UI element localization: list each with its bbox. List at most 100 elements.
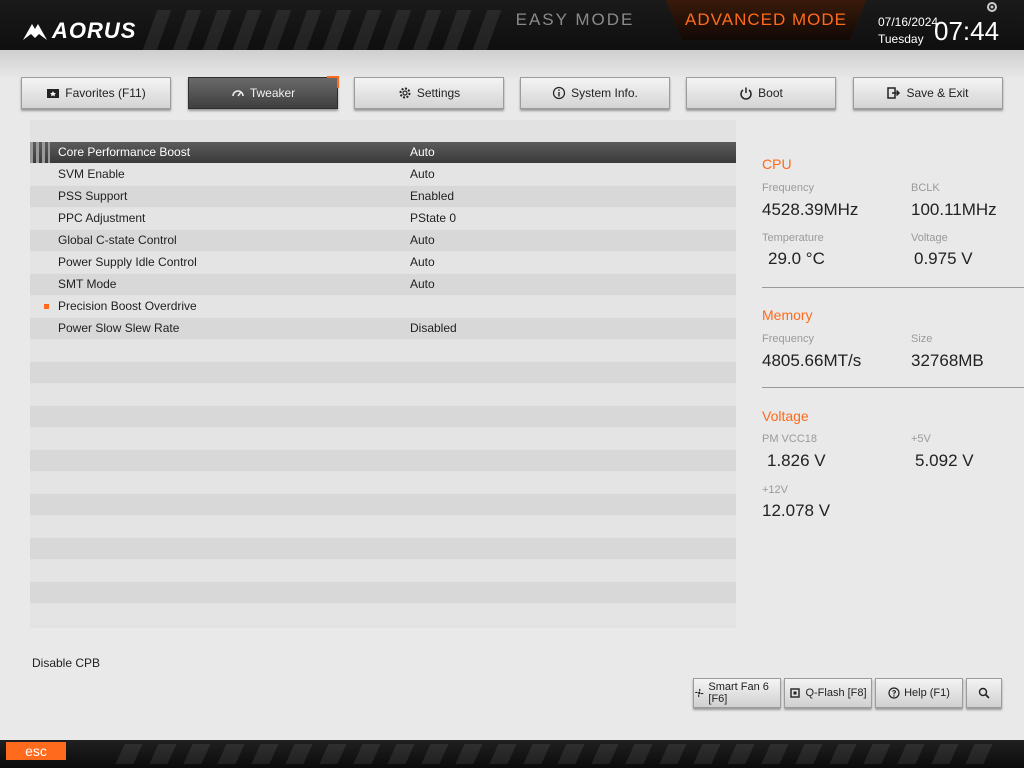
setting-label: SVM Enable [58,167,125,181]
setting-label: Global C-state Control [58,233,177,247]
smart-fan-label: Smart Fan 6 [F6] [708,681,769,705]
clock: 07:44 [934,16,1000,46]
plus5v-label: +5V [911,433,931,445]
memory-frequency-label: Frequency [762,333,814,345]
divider [762,387,1024,388]
setting-label: PPC Adjustment [58,211,146,225]
plus12v-value: 12.078 V [762,501,831,520]
cpu-voltage-label: Voltage [911,232,948,244]
tab-system-info[interactable]: System Info. [520,77,670,109]
memory-section-title: Memory [762,307,813,323]
cpu-frequency-value: 4528.39MHz [762,200,859,219]
setting-label: Power Slow Slew Rate [58,321,180,335]
tab-tweaker-label: Tweaker [249,86,296,100]
divider [762,287,1024,288]
logo-text: AORUS [52,18,137,43]
empty-row [30,450,736,471]
tab-save-exit[interactable]: Save & Exit [853,77,1003,109]
empty-row [30,340,736,361]
tab-boot-label: Boot [758,86,783,100]
empty-row [30,472,736,493]
bclk-label: BCLK [911,182,940,194]
setting-row-power-supply-idle-control[interactable]: Power Supply Idle Control Auto [30,252,736,273]
aorus-logo: AORUS [22,16,136,46]
submenu-bullet-icon [44,304,49,309]
memory-frequency-value: 4805.66MT/s [762,351,862,370]
empty-row [30,516,736,537]
setting-row-ppc-adjustment[interactable]: PPC Adjustment PState 0 [30,208,736,229]
setting-label: SMT Mode [58,277,117,291]
power-icon [739,86,753,100]
favorites-icon [46,86,60,100]
setting-row-svm-enable[interactable]: SVM Enable Auto [30,164,736,185]
empty-row [30,494,736,515]
qflash-button[interactable]: Q-Flash [F8] [784,678,872,708]
help-icon [888,687,900,699]
settings-panel: Core Performance Boost Auto SVM Enable A… [30,120,736,628]
memory-size-value: 32768MB [911,351,984,370]
tab-favorites-label: Favorites (F11) [65,86,146,100]
setting-value[interactable]: Disabled [410,318,457,339]
help-label: Help (F1) [904,687,950,699]
cpu-temperature-label: Temperature [762,232,824,244]
empty-row [30,384,736,405]
setting-row-smt-mode[interactable]: SMT Mode Auto [30,274,736,295]
gauge-icon [231,86,245,100]
tab-system-info-label: System Info. [571,86,638,100]
empty-row [30,406,736,427]
tab-favorites[interactable]: Favorites (F11) [21,77,171,109]
cpu-section-title: CPU [762,156,792,172]
bclk-value: 100.11MHz [911,200,997,219]
qflash-label: Q-Flash [F8] [805,687,867,699]
setting-row-pss-support[interactable]: PSS Support Enabled [30,186,736,207]
gear-icon[interactable] [985,0,999,14]
gear-icon [398,86,412,100]
empty-row [30,538,736,559]
setting-label: PSS Support [58,189,128,203]
setting-value[interactable]: Auto [410,252,435,273]
voltage-section-title: Voltage [762,408,809,424]
plus5v-value: 5.092 V [915,451,974,470]
setting-row-precision-boost-overdrive[interactable]: Precision Boost Overdrive [30,296,736,317]
easy-mode-button[interactable]: EASY MODE [500,0,650,40]
tab-tweaker[interactable]: Tweaker [188,76,339,109]
setting-label: Power Supply Idle Control [58,255,197,269]
date-display: 07/16/2024 Tuesday [878,14,938,48]
tab-settings-label: Settings [416,86,461,100]
eagle-logo-icon [23,24,47,40]
help-button[interactable]: Help (F1) [875,678,963,708]
tab-boot[interactable]: Boot [686,77,836,109]
search-button[interactable] [966,678,1002,708]
setting-value[interactable]: PState 0 [410,208,456,229]
empty-row [30,428,736,449]
memory-size-label: Size [911,333,933,345]
bottom-bar [0,740,1024,768]
setting-row-power-slow-slew-rate[interactable]: Power Slow Slew Rate Disabled [30,318,736,339]
setting-value[interactable]: Auto [410,142,435,163]
plus12v-label: +12V [762,484,788,496]
main-tabs: Favorites (F11) Tweaker Settings System … [0,76,1024,111]
empty-row [30,604,736,625]
setting-value[interactable]: Auto [410,164,435,185]
pm-vcc18-label: PM VCC18 [762,433,818,445]
setting-label: Core Performance Boost [58,145,191,159]
advanced-mode-button[interactable]: ADVANCED MODE [666,0,866,40]
smart-fan-button[interactable]: Smart Fan 6 [F6] [693,678,781,708]
empty-row [30,560,736,581]
setting-label: Precision Boost Overdrive [58,299,197,313]
setting-row-global-c-state-control[interactable]: Global C-state Control Auto [30,230,736,251]
cpu-frequency-label: Frequency [762,182,814,194]
setting-value[interactable]: Enabled [410,186,454,207]
date-text: 07/16/2024 [878,15,939,29]
setting-value[interactable]: Auto [410,230,435,251]
tab-settings[interactable]: Settings [354,77,504,109]
item-help-text: Disable CPB [32,656,101,670]
search-icon [978,687,990,699]
setting-value[interactable]: Auto [410,274,435,295]
esc-button[interactable]: esc [6,742,66,760]
day-text: Tuesday [878,32,924,46]
setting-row-core-performance-boost[interactable]: Core Performance Boost Auto [30,142,736,163]
cpu-temperature-value: 29.0 °C [768,249,825,268]
empty-row [30,362,736,383]
footer-decoration [115,744,1005,764]
